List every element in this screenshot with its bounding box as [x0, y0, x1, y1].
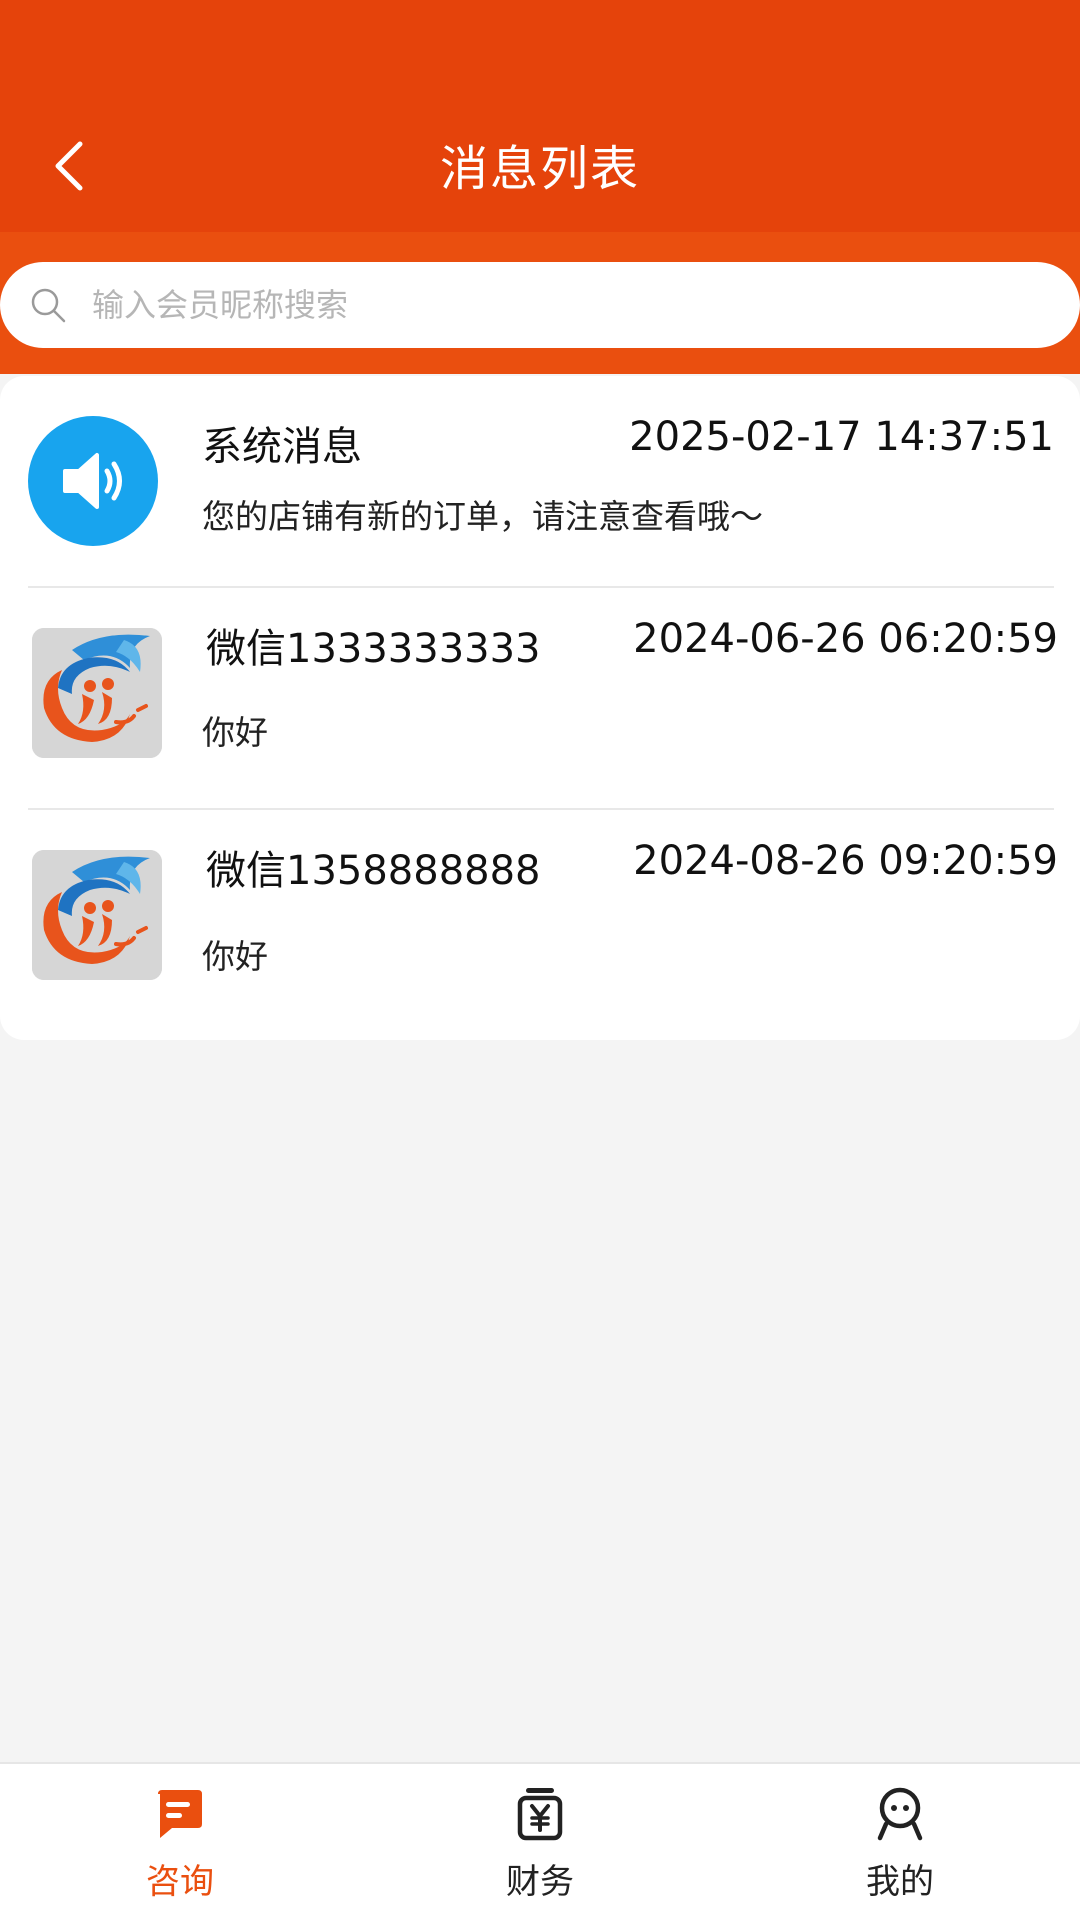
- message-sender: 系统消息: [202, 424, 362, 470]
- search-band: [0, 232, 1080, 374]
- message-time: 2024-08-26 09:20:59: [633, 838, 1058, 884]
- tab-profile[interactable]: 我的: [720, 1764, 1080, 1920]
- list-item[interactable]: 微信1333333333 2024-06-26 06:20:59 你好: [0, 586, 1080, 808]
- tab-finance[interactable]: 财务: [360, 1764, 720, 1920]
- chat-icon: [152, 1786, 208, 1842]
- page-title: 消息列表: [439, 141, 640, 197]
- avatar: [32, 850, 162, 980]
- message-preview: 您的店铺有新的订单，请注意查看哦～: [202, 497, 763, 536]
- search-icon: [31, 288, 66, 323]
- message-sender: 微信1358888888: [206, 848, 541, 894]
- message-time: 2024-06-26 06:20:59: [633, 616, 1058, 662]
- message-sender: 微信1333333333: [206, 626, 541, 672]
- finance-icon: [512, 1786, 568, 1842]
- tab-label: 咨询: [146, 1862, 214, 1902]
- tab-label: 财务: [506, 1862, 574, 1902]
- message-list: 系统消息 2025-02-17 14:37:51 您的店铺有新的订单，请注意查看…: [0, 376, 1080, 1040]
- search-box[interactable]: [0, 262, 1080, 348]
- list-item[interactable]: 系统消息 2025-02-17 14:37:51 您的店铺有新的订单，请注意查看…: [0, 376, 1080, 586]
- list-item[interactable]: 微信1358888888 2024-08-26 09:20:59 你好: [0, 808, 1080, 1030]
- tab-label: 我的: [866, 1862, 934, 1902]
- message-time: 2025-02-17 14:37:51: [629, 414, 1054, 460]
- message-preview: 你好: [202, 937, 268, 976]
- bottom-tab-bar: 咨询 财务 我的: [0, 1762, 1080, 1920]
- avatar: [32, 628, 162, 758]
- brand-logo: [32, 628, 162, 758]
- avatar: [28, 416, 158, 546]
- header-bar: 消息列表: [0, 0, 1080, 232]
- speaker-icon: [63, 453, 122, 509]
- search-input[interactable]: [90, 285, 990, 325]
- brand-logo: [32, 850, 162, 980]
- tab-consult[interactable]: 咨询: [0, 1764, 360, 1920]
- profile-icon: [872, 1786, 928, 1842]
- message-preview: 你好: [202, 713, 268, 752]
